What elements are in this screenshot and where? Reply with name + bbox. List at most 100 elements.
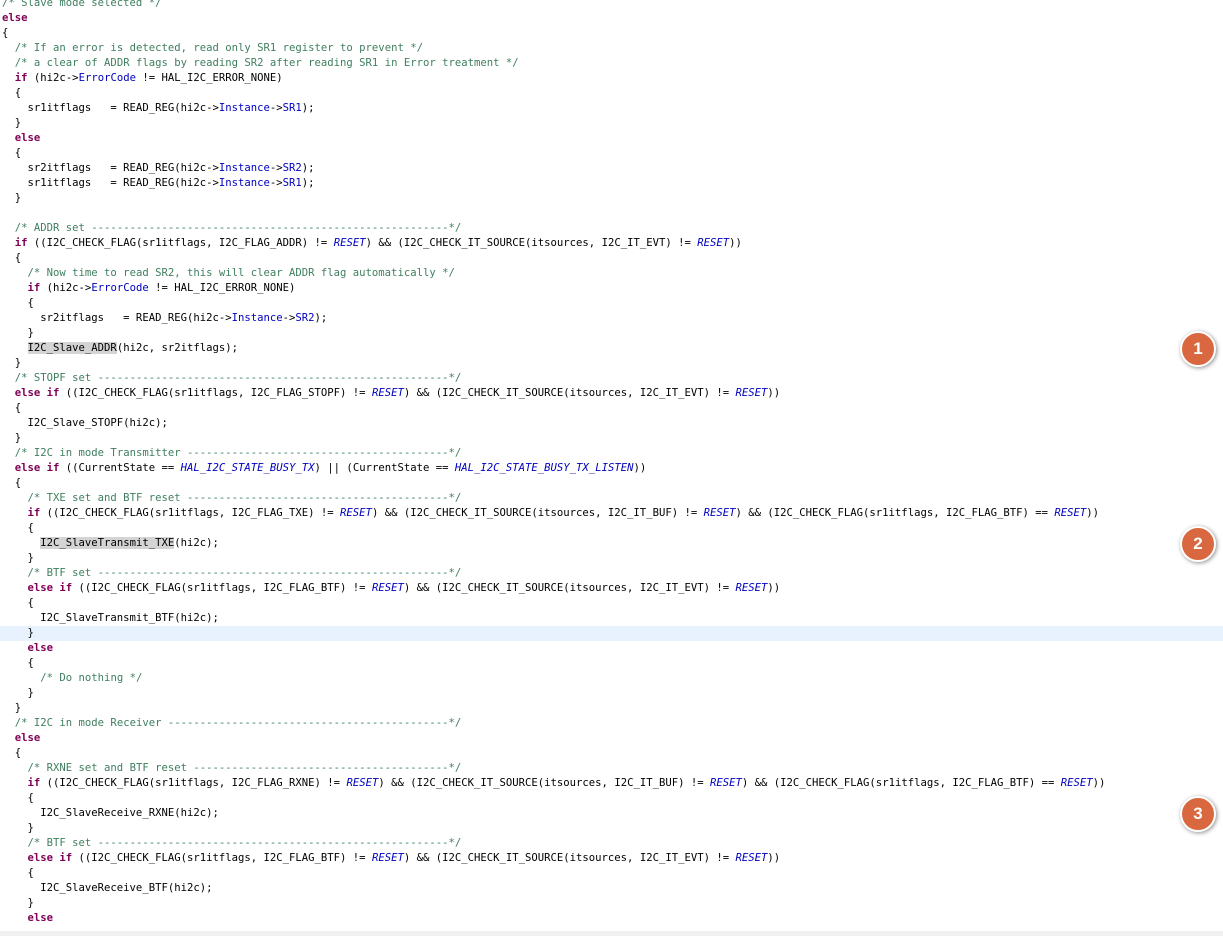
macro: RESET [709,777,742,789]
code-line[interactable]: { [0,401,1223,416]
code-line[interactable]: } [0,701,1223,716]
code-line[interactable]: if (hi2c->ErrorCode != HAL_I2C_ERROR_NON… [0,281,1223,296]
code-line[interactable]: /* BTF set -----------------------------… [0,566,1223,581]
code-text: ((I2C_CHECK_FLAG(sr1itflags, I2C_FLAG_TX… [40,507,341,519]
code-line[interactable]: else [0,11,1223,26]
code-text: sr1itflags = READ_REG(hi2c-> [2,102,219,114]
code-line[interactable]: { [0,866,1223,881]
keyword: else [27,642,54,654]
code-line[interactable]: { [0,521,1223,536]
selected-identifier: I2C_Slave_ADDR [27,342,117,354]
code-line[interactable]: else if ((I2C_CHECK_FLAG(sr1itflags, I2C… [0,851,1223,866]
code-line[interactable]: { [0,791,1223,806]
code-line[interactable]: } [0,431,1223,446]
keyword: if [27,282,41,294]
code-line[interactable]: I2C_SlaveReceive_BTF(hi2c); [0,881,1223,896]
code-line[interactable]: I2C_Slave_ADDR(hi2c, sr2itflags); [0,341,1223,356]
code-text: { [2,792,34,804]
code-line[interactable]: /* Do nothing */ [0,671,1223,686]
field-ref: SR2 [295,312,315,324]
code-line[interactable]: /* Slave mode selected */ [0,0,1223,11]
comment: /* ADDR set ----------------------------… [14,222,462,234]
keyword: else if [14,387,60,399]
field-ref: SR1 [282,177,302,189]
code-line[interactable]: } [0,356,1223,371]
code-line[interactable]: I2C_Slave_STOPF(hi2c); [0,416,1223,431]
code-line[interactable]: } [0,821,1223,836]
code-line[interactable]: I2C_SlaveTransmit_BTF(hi2c); [0,611,1223,626]
code-line[interactable]: } [0,116,1223,131]
code-text: I2C_SlaveReceive_BTF(hi2c); [2,882,213,894]
code-text: )) [729,237,742,249]
code-line[interactable]: /* I2C in mode Transmitter -------------… [0,446,1223,461]
code-line[interactable]: } [0,326,1223,341]
code-editor[interactable]: /* Slave mode selected */ else { /* If an … [0,0,1223,936]
code-line[interactable]: I2C_SlaveReceive_RXNE(hi2c); [0,806,1223,821]
code-line[interactable]: if ((I2C_CHECK_FLAG(sr1itflags, I2C_FLAG… [0,506,1223,521]
keyword: if [27,507,41,519]
code-line[interactable]: sr2itflags = READ_REG(hi2c->Instance->SR… [0,311,1223,326]
code-text: } [2,117,22,129]
code-line[interactable]: { [0,656,1223,671]
code-line[interactable]: else if ((I2C_CHECK_FLAG(sr1itflags, I2C… [0,386,1223,401]
code-line[interactable]: else if ((CurrentState == HAL_I2C_STATE_… [0,461,1223,476]
code-text: ) || (CurrentState == [314,462,455,474]
code-line[interactable]: { [0,86,1223,101]
code-text: ); [301,162,315,174]
code-line[interactable]: sr1itflags = READ_REG(hi2c->Instance->SR… [0,176,1223,191]
code-text: { [2,657,34,669]
code-line[interactable]: } [0,896,1223,911]
macro: RESET [371,387,404,399]
keyword: if [27,777,41,789]
code-line[interactable]: /* STOPF set ---------------------------… [0,371,1223,386]
code-line[interactable]: if ((I2C_CHECK_FLAG(sr1itflags, I2C_FLAG… [0,236,1223,251]
macro: RESET [735,387,768,399]
field-ref: Instance [218,162,270,174]
code-line[interactable]: else [0,731,1223,746]
code-line[interactable]: else [0,911,1223,926]
code-line[interactable]: /* Now time to read SR2, this will clear… [0,266,1223,281]
keyword: else if [27,582,73,594]
comment: /* Do nothing */ [40,672,143,684]
code-line[interactable]: { [0,596,1223,611]
code-line[interactable]: /* ADDR set ----------------------------… [0,221,1223,236]
code-line[interactable]: else if ((I2C_CHECK_FLAG(sr1itflags, I2C… [0,581,1223,596]
code-line[interactable]: /* If an error is detected, read only SR… [0,41,1223,56]
code-text: ) && (I2C_CHECK_IT_SOURCE(itsources, I2C… [378,777,710,789]
code-line[interactable]: if ((I2C_CHECK_FLAG(sr1itflags, I2C_FLAG… [0,776,1223,791]
code-line[interactable]: } [0,626,1223,641]
code-text: (hi2c-> [27,72,79,84]
code-line[interactable]: { [0,26,1223,41]
code-text: } [2,552,34,564]
code-line[interactable]: else [0,131,1223,146]
code-line[interactable]: else [0,641,1223,656]
code-line[interactable]: } [0,191,1223,206]
keyword: else [2,12,28,24]
comment: /* TXE set and BTF reset ---------------… [27,492,462,504]
keyword: if [14,237,28,249]
code-line[interactable]: sr2itflags = READ_REG(hi2c->Instance->SR… [0,161,1223,176]
code-line[interactable]: sr1itflags = READ_REG(hi2c->Instance->SR… [0,101,1223,116]
code-line[interactable]: { [0,476,1223,491]
macro: RESET [703,507,736,519]
macro: RESET [346,777,379,789]
code-line[interactable]: } [0,551,1223,566]
code-line[interactable]: I2C_SlaveTransmit_TXE(hi2c); [0,536,1223,551]
code-line[interactable]: if (hi2c->ErrorCode != HAL_I2C_ERROR_NON… [0,71,1223,86]
code-line[interactable]: { [0,146,1223,161]
code-line[interactable]: { [0,251,1223,266]
code-line[interactable] [0,206,1223,221]
code-text: ); [301,177,315,189]
comment: /* a clear of ADDR flags by reading SR2 … [14,57,519,69]
code-line[interactable]: /* RXNE set and BTF reset --------------… [0,761,1223,776]
code-line[interactable]: /* I2C in mode Receiver ----------------… [0,716,1223,731]
code-line[interactable]: /* BTF set -----------------------------… [0,836,1223,851]
code-line[interactable]: { [0,296,1223,311]
code-line[interactable]: { [0,746,1223,761]
code-line[interactable]: /* TXE set and BTF reset ---------------… [0,491,1223,506]
code-line[interactable]: } [0,686,1223,701]
code-line[interactable]: /* a clear of ADDR flags by reading SR2 … [0,56,1223,71]
